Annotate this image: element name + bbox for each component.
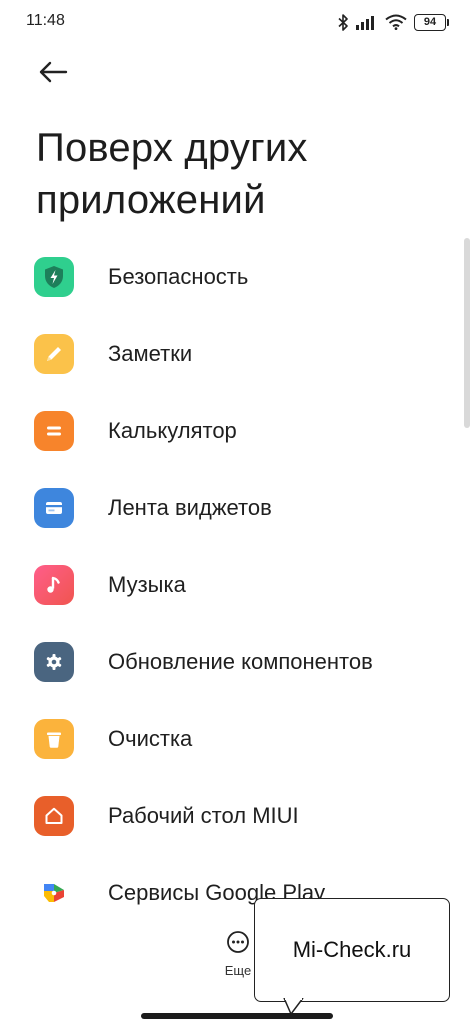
more-label: Еще — [224, 963, 252, 978]
app-label: Безопасность — [108, 263, 249, 289]
app-item-miui-home[interactable]: Рабочий стол MIUI — [0, 777, 474, 854]
more-button[interactable]: Еще — [218, 930, 258, 986]
arrow-left-icon — [38, 61, 68, 88]
page-title: Поверх других приложений — [36, 126, 308, 222]
shield-icon — [34, 256, 74, 297]
app-item-component-update[interactable]: Обновление компонентов — [0, 623, 474, 700]
app-item-music[interactable]: Музыка — [0, 546, 474, 623]
status-time: 11:48 — [26, 12, 65, 29]
app-label: Музыка — [108, 571, 186, 597]
equals-icon — [34, 410, 74, 451]
pencil-icon — [34, 333, 74, 374]
app-label: Обновление компонентов — [108, 648, 373, 674]
trash-icon — [34, 718, 74, 759]
app-label: Очистка — [108, 725, 193, 751]
app-label: Лента виджетов — [108, 494, 272, 520]
home-icon — [34, 795, 74, 836]
signal-icon — [356, 15, 378, 30]
home-indicator[interactable] — [141, 1013, 333, 1019]
app-item-widgets[interactable]: Лента виджетов — [0, 469, 474, 546]
status-bar: 11:48 94 — [0, 0, 474, 44]
back-button[interactable] — [30, 56, 76, 92]
music-note-icon — [34, 564, 74, 605]
watermark-text: Mi-Check.ru — [292, 937, 412, 962]
app-item-security[interactable]: Безопасность — [0, 238, 474, 315]
app-item-cleaner[interactable]: Очистка — [0, 700, 474, 777]
bluetooth-icon — [338, 13, 349, 31]
battery-icon: 94 — [414, 13, 449, 31]
more-dots-icon — [226, 930, 250, 959]
status-icons: 94 — [338, 11, 449, 33]
google-play-services-icon — [34, 872, 74, 913]
app-item-calculator[interactable]: Калькулятор — [0, 392, 474, 469]
app-list: Безопасность Заметки Калькулятор Лента в… — [0, 238, 474, 931]
wifi-icon — [385, 14, 407, 30]
battery-level: 94 — [423, 15, 437, 28]
app-label: Калькулятор — [108, 417, 237, 443]
card-icon — [34, 487, 74, 528]
app-label: Рабочий стол MIUI — [108, 802, 299, 828]
app-label: Заметки — [108, 340, 193, 366]
gear-icon — [34, 641, 74, 682]
watermark-callout: Mi-Check.ru — [254, 898, 450, 1002]
app-item-notes[interactable]: Заметки — [0, 315, 474, 392]
